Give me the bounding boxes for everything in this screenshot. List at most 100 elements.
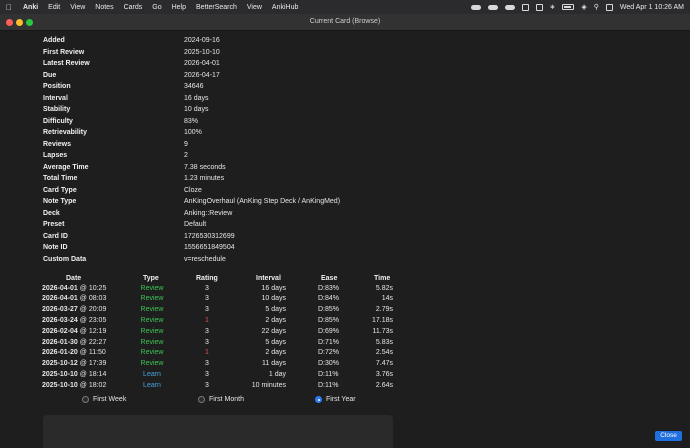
review-date: 2026-04-01 @ 10:25: [42, 285, 106, 292]
menu-ankihub[interactable]: AnkiHub: [267, 4, 303, 11]
review-date-time: @ 17:39: [79, 360, 107, 368]
radio-label: First Week: [93, 396, 127, 403]
info-value: 34646: [184, 83, 204, 90]
control-center-icon[interactable]: [605, 3, 613, 11]
menu-notes[interactable]: Notes: [90, 4, 118, 11]
review-interval: 1 day: [268, 370, 286, 378]
info-row: Difficulty 83%: [43, 118, 198, 129]
review-time: 5.82s: [375, 284, 393, 292]
info-label: Note ID: [43, 244, 68, 251]
review-time: 17.18s: [371, 316, 393, 324]
review-date: 2026-03-27 @ 20:09: [42, 306, 106, 313]
menu-go[interactable]: Go: [147, 4, 166, 11]
close-button[interactable]: Close: [655, 431, 682, 441]
cloud-status-icon[interactable]: [504, 4, 515, 10]
apple-icon[interactable]: : [0, 3, 18, 12]
radio-label: First Month: [209, 396, 245, 403]
info-value: 2025-10-10: [184, 48, 220, 56]
review-rating: 3: [205, 327, 209, 335]
col-header-date: Date: [66, 275, 82, 282]
review-date-day: 2025-10-12: [42, 360, 78, 368]
range-first-week[interactable]: First Week: [82, 396, 126, 403]
menu-bar:  Anki Edit View Notes Cards Go Help Bet…: [0, 0, 690, 14]
review-type: Learn: [143, 381, 161, 389]
menu-view-2[interactable]: View: [242, 4, 267, 11]
wifi-icon[interactable]: ◈: [581, 3, 586, 11]
info-row: Stability 10 days: [43, 106, 209, 117]
review-interval: 10 days: [261, 295, 286, 303]
review-type: Learn: [143, 370, 161, 378]
radio-first-week[interactable]: [82, 396, 89, 403]
review-date-time: @ 18:14: [79, 370, 107, 378]
info-row: Position 34646: [43, 83, 203, 94]
info-label: Lapses: [43, 152, 68, 159]
review-date-day: 2025-10-10: [42, 381, 78, 389]
review-type: Review: [140, 349, 164, 357]
info-row: Custom Data v=reschedule: [43, 256, 226, 267]
menu-view[interactable]: View: [65, 4, 90, 11]
info-value: 7.38 seconds: [184, 163, 226, 171]
info-label: Note Type: [43, 198, 77, 205]
info-label: Preset: [43, 221, 65, 228]
info-value: 2026-04-01: [184, 60, 220, 67]
review-time: 5.83s: [375, 338, 393, 346]
review-type: Review: [140, 360, 164, 368]
clock[interactable]: Wed Apr 1 10:26 AM: [620, 4, 684, 11]
review-type: Review: [140, 295, 164, 303]
review-interval: 22 days: [261, 327, 286, 335]
review-date-time: @ 22:27: [79, 338, 107, 346]
info-label: Added: [43, 37, 65, 44]
review-ease: D:83%: [318, 284, 340, 292]
info-label: Custom Data: [43, 255, 87, 263]
info-label: First Review: [43, 48, 85, 56]
battery-icon[interactable]: [562, 4, 575, 10]
review-interval: 10 minutes: [251, 381, 286, 389]
info-row: Average Time 7.38 seconds: [43, 164, 226, 175]
info-row: Card ID 1726530312699: [43, 233, 235, 244]
review-interval: 11 days: [262, 360, 286, 368]
review-date-time: @ 20:09: [79, 306, 107, 314]
review-rating: 3: [205, 284, 209, 292]
info-value: 1556651849504: [184, 244, 235, 251]
info-value: Default: [184, 221, 207, 228]
clipboard-icon[interactable]: [521, 3, 529, 11]
info-label: Average Time: [43, 163, 89, 171]
menu-cards[interactable]: Cards: [119, 4, 148, 11]
info-row: Lapses 2: [43, 152, 188, 163]
radio-first-year[interactable]: [315, 396, 322, 403]
info-value: AnKingOverhaul (AnKing Step Deck / AnKin…: [184, 198, 341, 205]
review-rating: 1: [205, 316, 209, 324]
review-time: 7.47s: [375, 360, 393, 368]
cloud-sync-icon[interactable]: [470, 4, 481, 10]
radio-first-month[interactable]: [198, 396, 205, 403]
review-type: Review: [140, 306, 164, 314]
review-interval: 2 days: [265, 349, 286, 357]
radio-label: First Year: [326, 396, 356, 403]
review-time: 11.73s: [372, 327, 394, 335]
info-label: Due: [43, 71, 57, 79]
review-time: 14s: [381, 295, 393, 303]
review-time: 2.54s: [375, 349, 393, 357]
menu-app[interactable]: Anki: [18, 4, 43, 11]
info-row: Reviews 9: [43, 141, 188, 152]
menu-help[interactable]: Help: [167, 4, 191, 11]
cloud-icon[interactable]: [487, 4, 498, 10]
bluetooth-icon[interactable]: ∗: [550, 3, 556, 11]
review-date-day: 2025-10-10: [42, 370, 78, 378]
info-value: 2026-04-17: [184, 71, 220, 79]
info-label: Interval: [43, 94, 68, 102]
info-label: Reviews: [43, 140, 72, 148]
review-date: 2026-02-04 @ 12:19: [42, 328, 106, 335]
range-first-year[interactable]: First Year: [315, 396, 356, 403]
card-info-content: Added 2024-09-16 First Review 2025-10-10…: [0, 32, 690, 448]
display-icon[interactable]: [535, 3, 543, 11]
review-rating: 3: [205, 381, 209, 389]
review-date-day: 2026-04-01: [42, 295, 78, 303]
search-icon[interactable]: ⚲: [594, 3, 599, 11]
info-row: Card Type Cloze: [43, 187, 202, 198]
menu-bettersearch[interactable]: BetterSearch: [191, 4, 242, 11]
review-date: 2026-03-24 @ 23:05: [42, 317, 106, 324]
menu-edit[interactable]: Edit: [43, 4, 65, 11]
review-date-day: 2026-03-27: [42, 306, 78, 314]
range-first-month[interactable]: First Month: [198, 396, 244, 403]
